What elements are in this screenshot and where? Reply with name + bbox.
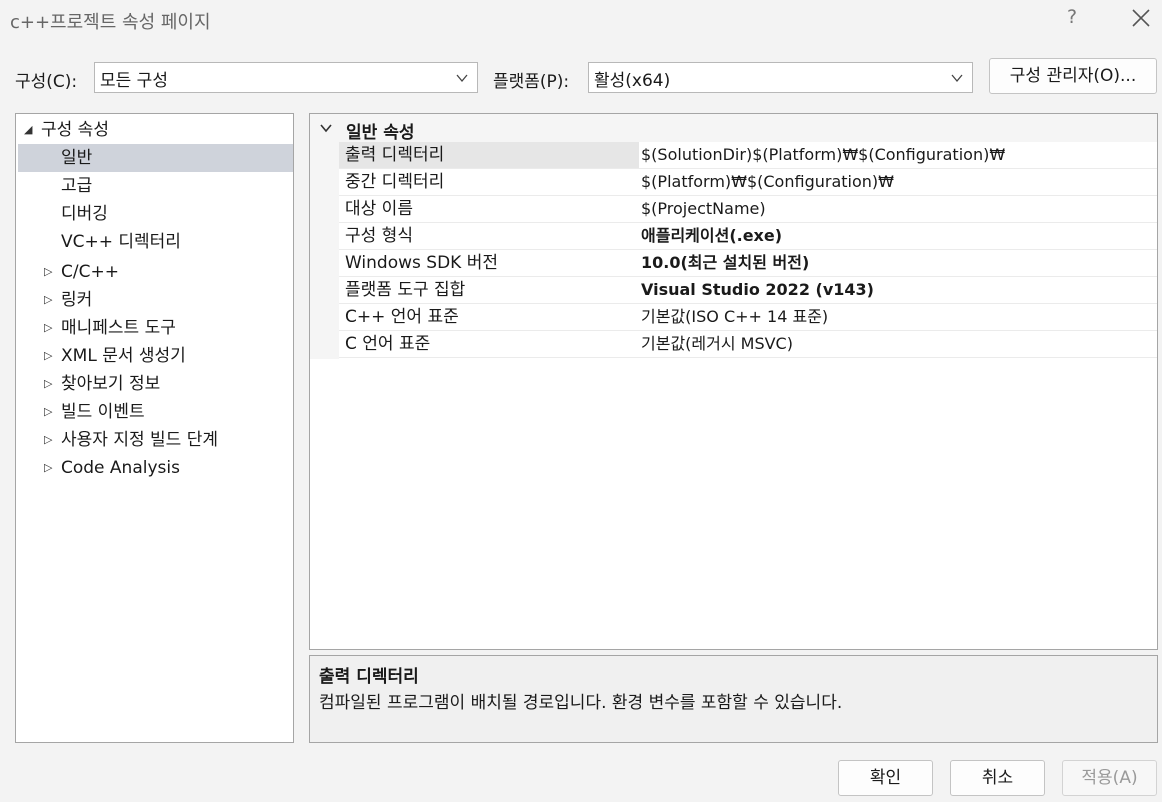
property-row[interactable]: C++ 언어 표준 기본값(ISO C++ 14 표준) [339, 304, 1157, 331]
tree-item-c-c[interactable]: ▷ C/C++ [16, 258, 293, 286]
window-title: c++프로젝트 속성 페이지 [10, 12, 211, 33]
property-name: Windows SDK 버전 [345, 253, 499, 273]
property-value[interactable]: $(Platform)₩$(Configuration)₩ [641, 169, 894, 195]
tree-item-label: 매니페스트 도구 [61, 318, 176, 338]
cancel-button[interactable]: 취소 [950, 760, 1045, 796]
collapsed-triangle-icon: ▷ [44, 293, 53, 306]
config-label: 구성(C): [15, 72, 78, 92]
platform-select-value: 활성(x64) [594, 71, 671, 91]
tree-item-vc-디렉터리[interactable]: VC++ 디렉터리 [16, 228, 293, 256]
tree-item-label: C/C++ [61, 262, 119, 282]
expanded-triangle-icon: ◢ [24, 123, 33, 136]
platform-select[interactable]: 활성(x64) [588, 62, 973, 93]
property-name: C 언어 표준 [345, 334, 431, 354]
property-name: 출력 디렉터리 [339, 142, 639, 168]
tree-item-label: 찾아보기 정보 [61, 374, 161, 394]
property-value[interactable]: 애플리케이션(.exe) [641, 223, 782, 249]
grid-gutter [310, 142, 339, 359]
property-name: 중간 디렉터리 [345, 172, 445, 192]
property-value[interactable]: $(ProjectName) [641, 196, 766, 222]
chevron-down-icon [320, 124, 332, 133]
tree-item-label: Code Analysis [61, 458, 180, 478]
property-row[interactable]: C 언어 표준 기본값(레거시 MSVC) [339, 331, 1157, 358]
property-row[interactable]: 중간 디렉터리 $(Platform)₩$(Configuration)₩ [339, 169, 1157, 196]
property-name: 플랫폼 도구 집합 [345, 280, 466, 300]
tree-item-code-analysis[interactable]: ▷ Code Analysis [16, 454, 293, 482]
tree-item-label: 디버깅 [61, 204, 108, 224]
collapsed-triangle-icon: ▷ [44, 321, 53, 334]
collapsed-triangle-icon: ▷ [44, 405, 53, 418]
tree-item-label: 빌드 이벤트 [61, 402, 145, 422]
platform-label: 플랫폼(P): [493, 72, 570, 92]
property-value[interactable]: 10.0(최근 설치된 버전) [641, 250, 809, 276]
property-value[interactable]: Visual Studio 2022 (v143) [641, 277, 874, 303]
property-row[interactable]: 출력 디렉터리 $(SolutionDir)$(Platform)₩$(Confi… [339, 142, 1157, 169]
tree-item-label: 일반 [61, 148, 93, 168]
tree-item-빌드-이벤트[interactable]: ▷ 빌드 이벤트 [16, 398, 293, 426]
config-select-value: 모든 구성 [100, 71, 168, 91]
tree-item-링커[interactable]: ▷ 링커 [16, 286, 293, 314]
tree-item-label: 링커 [61, 290, 93, 310]
close-icon[interactable] [1130, 7, 1152, 29]
tree-item-고급[interactable]: 고급 [16, 172, 293, 200]
property-row[interactable]: Windows SDK 버전 10.0(최근 설치된 버전) [339, 250, 1157, 277]
tree-item-label: VC++ 디렉터리 [61, 232, 181, 252]
tree-item-찾아보기-정보[interactable]: ▷ 찾아보기 정보 [16, 370, 293, 398]
config-manager-button[interactable]: 구성 관리자(O)... [989, 58, 1157, 94]
tree-item-디버깅[interactable]: 디버깅 [16, 200, 293, 228]
apply-button[interactable]: 적용(A) [1062, 760, 1157, 796]
property-value[interactable]: $(SolutionDir)$(Platform)₩$(Configuratio… [641, 142, 1005, 168]
property-name: C++ 언어 표준 [345, 307, 459, 327]
section-title: 일반 속성 [346, 123, 415, 143]
property-tree: ◢ 구성 속성 일반고급디버깅 VC++ 디렉터리 ▷ C/C++ ▷ 링커 ▷ 매니페스트 … [15, 113, 294, 743]
property-value[interactable]: 기본값(ISO C++ 14 표준) [641, 304, 828, 330]
tree-item-xml-문서-생성기[interactable]: ▷ XML 문서 생성기 [16, 342, 293, 370]
collapsed-triangle-icon: ▷ [44, 461, 53, 474]
property-row[interactable]: 구성 형식 애플리케이션(.exe) [339, 223, 1157, 250]
description-title: 출력 디렉터리 [319, 667, 419, 687]
collapsed-triangle-icon: ▷ [44, 377, 53, 390]
tree-item-label: 고급 [61, 176, 93, 196]
tree-item-config-properties[interactable]: ◢ 구성 속성 [16, 116, 293, 144]
description-text: 컴파일된 프로그램이 배치될 경로입니다. 환경 변수를 포함할 수 있습니다. [319, 693, 843, 713]
config-select[interactable]: 모든 구성 [94, 62, 478, 93]
chevron-down-icon [951, 74, 963, 83]
property-row[interactable]: 플랫폼 도구 집합 Visual Studio 2022 (v143) [339, 277, 1157, 304]
property-grid: 일반 속성 출력 디렉터리 $(SolutionDir)$(Platform)₩$… [309, 113, 1158, 650]
description-panel: 출력 디렉터리 컴파일된 프로그램이 배치될 경로입니다. 환경 변수를 포함할… [309, 655, 1158, 743]
chevron-down-icon [456, 74, 468, 83]
property-name: 구성 형식 [345, 226, 413, 246]
help-icon[interactable]: ? [1064, 6, 1080, 28]
collapsed-triangle-icon: ▷ [44, 265, 53, 278]
property-row[interactable]: 대상 이름 $(ProjectName) [339, 196, 1157, 223]
property-name: 대상 이름 [345, 199, 413, 219]
tree-item-label: XML 문서 생성기 [61, 346, 186, 366]
tree-item-매니페스트-도구[interactable]: ▷ 매니페스트 도구 [16, 314, 293, 342]
tree-item-label: 사용자 지정 빌드 단계 [61, 430, 218, 450]
collapsed-triangle-icon: ▷ [44, 433, 53, 446]
tree-item-사용자-지정-빌드-단계[interactable]: ▷ 사용자 지정 빌드 단계 [16, 426, 293, 454]
ok-button[interactable]: 확인 [838, 760, 933, 796]
tree-item-일반[interactable]: 일반 [18, 144, 293, 172]
collapsed-triangle-icon: ▷ [44, 349, 53, 362]
section-header[interactable]: 일반 속성 [310, 114, 1157, 143]
property-value[interactable]: 기본값(레거시 MSVC) [641, 331, 793, 357]
